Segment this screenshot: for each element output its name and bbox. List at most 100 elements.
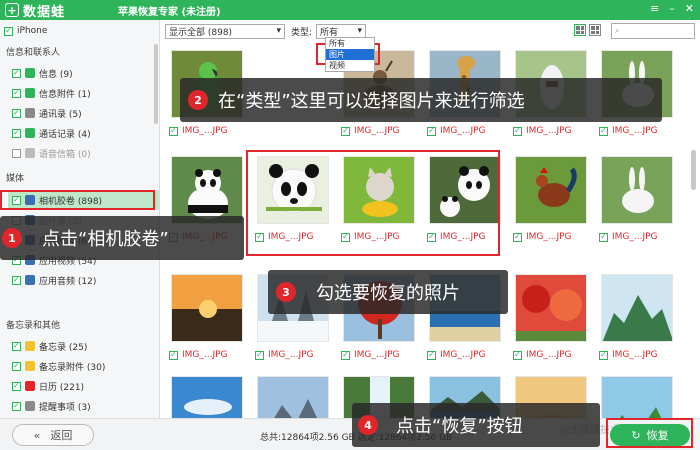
checkbox[interactable]: ✓ [4, 26, 13, 36]
photo-checkbox[interactable]: ✓ [255, 350, 264, 360]
photo-checkbox[interactable]: ✓ [341, 126, 350, 136]
checkbox[interactable]: ✓ [12, 128, 21, 138]
photo-item[interactable]: ✓IMG_...JPG [597, 150, 677, 250]
recover-button[interactable]: ↻ 恢复 [610, 424, 690, 446]
type-label: 类型: [291, 27, 313, 38]
checkbox[interactable]: ✓ [12, 361, 21, 371]
photo-item[interactable]: ✓IMG_...JPG [253, 370, 333, 418]
photo-checkbox[interactable]: ✓ [513, 232, 522, 242]
double-chevron-left-icon: « [33, 428, 41, 442]
rabbit-photo-thumbnail[interactable] [601, 156, 673, 224]
photo-checkbox[interactable]: ✓ [599, 126, 608, 136]
checkbox[interactable]: ✓ [12, 401, 21, 411]
sunset-photo-thumbnail[interactable] [171, 274, 243, 342]
step-number: 1 [2, 228, 22, 248]
show-filter-select[interactable]: 显示全部 (898) ▾ [165, 23, 285, 39]
kitten-photo-thumbnail[interactable] [343, 156, 415, 224]
list-view-icon[interactable] [589, 24, 601, 36]
mountain-photo-thumbnail[interactable] [257, 376, 329, 418]
sidebar-item[interactable]: ✓ 提醒事项 (3) [12, 397, 159, 415]
sidebar-item[interactable]: ✓ 信息 (9) [12, 64, 159, 82]
rooster-photo-thumbnail[interactable] [515, 156, 587, 224]
sidebar-item-label: 应用音频 (12) [39, 276, 97, 287]
sidebar-item[interactable]: ✓ 备忘录附件 (30) [12, 357, 159, 375]
callout-2: 2 在“类型”这里可以选择图片来进行筛选 [180, 78, 662, 122]
photo-checkbox[interactable]: ✓ [427, 126, 436, 136]
sidebar-item[interactable]: ✓ 应用音频 (12) [12, 271, 159, 289]
photo-checkbox[interactable]: ✓ [341, 232, 350, 242]
checkbox[interactable]: ✓ [12, 381, 21, 391]
minimize-icon[interactable]: – [669, 2, 675, 15]
photo-item[interactable]: ✓ IMG_...JPG [511, 268, 591, 368]
sidebar-item[interactable]: ✓ 相机胶卷 (898) [8, 191, 159, 209]
photo-filename: IMG_...JPG [354, 232, 400, 242]
checkbox[interactable] [12, 148, 21, 158]
photo-item[interactable]: ✓ IMG_...JPG [511, 150, 591, 250]
photo-filename: IMG_...JPG [440, 126, 486, 136]
sidebar-item[interactable]: ✓ 通话记录 (4) [12, 124, 159, 142]
photo-checkbox[interactable]: ✓ [513, 350, 522, 360]
photo-item[interactable]: ✓IMG_...JPG [167, 268, 247, 368]
checkbox[interactable]: ✓ [12, 108, 21, 118]
sidebar-item-label: 提醒事项 (3) [39, 402, 91, 413]
photo-checkbox[interactable]: ✓ [513, 126, 522, 136]
photo-caption: ✓ IMG_...JPG [341, 126, 400, 136]
sidebar-item[interactable]: ✓ 日历 (221) [12, 377, 159, 395]
photo-filename: IMG_...JPG [182, 126, 228, 136]
checkbox[interactable]: ✓ [12, 88, 21, 98]
photo-filename: IMG_...JPG [526, 232, 572, 242]
menu-icon[interactable]: ≡ [650, 2, 659, 15]
cliffs-photo-thumbnail[interactable] [601, 274, 673, 342]
panda-photo-thumbnail[interactable] [171, 156, 243, 224]
checkbox[interactable]: ✓ [12, 341, 21, 351]
search-box[interactable]: ⌕ [611, 23, 695, 39]
photo-checkbox[interactable]: ✓ [427, 232, 436, 242]
checkbox[interactable]: ✓ [12, 195, 21, 205]
photo-item[interactable]: ✓IMG_...JPG [167, 370, 247, 418]
checkbox[interactable]: ✓ [12, 68, 21, 78]
panda-bamboo-photo-thumbnail[interactable] [257, 156, 329, 224]
category-icon [25, 341, 35, 351]
photo-item[interactable]: ✓IMG_...JPG [253, 150, 333, 250]
photo-caption: ✓ IMG_...JPG [169, 126, 228, 136]
category-icon [25, 381, 35, 391]
photo-filename: IMG_...JPG [440, 350, 486, 360]
photo-item[interactable]: ✓IMG_...JPG [425, 150, 505, 250]
photo-caption: ✓ IMG_...JPG [513, 350, 572, 360]
back-button[interactable]: « 返回 [12, 424, 94, 446]
sidebar-item[interactable]: 语音信箱 (0) [12, 144, 159, 162]
red-trees-photo-thumbnail[interactable] [515, 274, 587, 342]
show-filter-value: 显示全部 (898) [169, 27, 233, 38]
sidebar-device[interactable]: ✓ iPhone [4, 22, 156, 40]
sidebar-scrollbar[interactable] [154, 44, 158, 124]
checkbox[interactable]: ✓ [12, 275, 21, 285]
photo-item[interactable]: ✓ IMG_...JPG [597, 268, 677, 368]
sidebar-item[interactable]: ✓ 备忘录 (25) [12, 337, 159, 355]
photo-checkbox[interactable]: ✓ [599, 350, 608, 360]
type-option-image[interactable]: 图片 [326, 49, 374, 60]
close-icon[interactable]: ✕ [685, 2, 694, 15]
valley-photo-thumbnail[interactable] [601, 376, 673, 418]
grid-view-icon[interactable] [574, 24, 586, 36]
panda-cub-photo-thumbnail[interactable] [429, 156, 501, 224]
photo-caption: ✓ IMG_...JPG [599, 232, 658, 242]
photo-item[interactable]: ✓ IMG_...JPG [339, 150, 419, 250]
photo-filename: IMG_...JPG [612, 350, 658, 360]
photo-checkbox[interactable]: ✓ [341, 350, 350, 360]
sidebar-item[interactable]: ✓ 通讯录 (5) [12, 104, 159, 122]
search-input[interactable] [622, 26, 689, 36]
sidebar-item-label: 通话记录 (4) [39, 129, 91, 140]
sky-photo-thumbnail[interactable] [171, 376, 243, 418]
photo-filename: IMG_...JPG [526, 350, 572, 360]
photo-checkbox[interactable]: ✓ [427, 350, 436, 360]
sidebar-item[interactable]: ✓ 信息附件 (1) [12, 84, 159, 102]
type-option-all[interactable]: 所有 [326, 38, 374, 49]
photo-checkbox[interactable]: ✓ [169, 350, 178, 360]
app-logo: + 数据蛙 [0, 1, 118, 20]
photo-checkbox[interactable]: ✓ [599, 232, 608, 242]
type-option-video[interactable]: 视频 [326, 60, 374, 71]
photo-item[interactable]: ✓IMG_...JPG [597, 370, 677, 418]
photo-checkbox[interactable]: ✓ [255, 232, 264, 242]
photo-checkbox[interactable]: ✓ [169, 126, 178, 136]
grid-scrollbar[interactable] [691, 50, 696, 410]
